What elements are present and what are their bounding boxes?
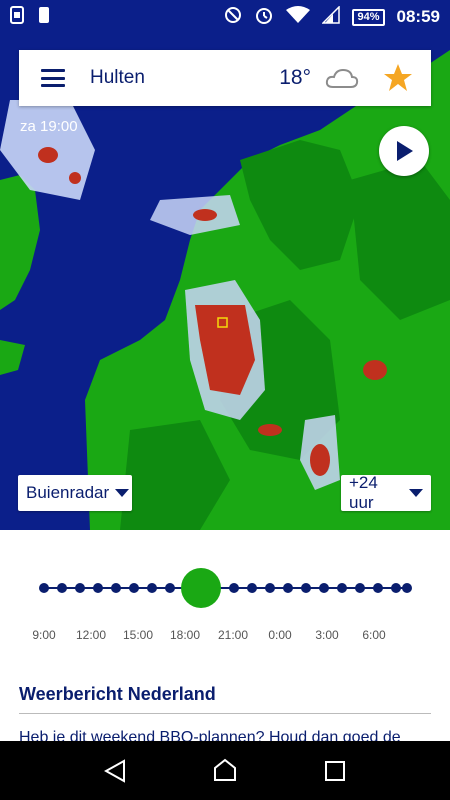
slider-step[interactable]	[39, 583, 49, 593]
time-slider[interactable]	[0, 560, 450, 620]
chevron-down-icon	[409, 489, 423, 497]
cloud-icon	[325, 67, 359, 89]
slider-step[interactable]	[355, 583, 365, 593]
slider-step[interactable]	[75, 583, 85, 593]
sim-icon	[10, 5, 24, 29]
timeline-ticks: 9:00 12:00 15:00 18:00 21:00 0:00 3:00 6…	[0, 628, 450, 648]
current-temperature: 18°	[279, 66, 311, 89]
play-button[interactable]	[379, 126, 429, 176]
alarm-icon	[254, 5, 274, 30]
phone-icon	[38, 6, 50, 29]
clock: 08:59	[396, 7, 440, 26]
slider-step[interactable]	[402, 583, 412, 593]
divider	[19, 713, 431, 714]
radar-timestamp: za 19:00	[20, 118, 78, 135]
slider-step[interactable]	[247, 583, 257, 593]
recents-icon[interactable]	[320, 756, 350, 786]
slider-thumb[interactable]	[181, 568, 221, 608]
home-icon[interactable]	[210, 756, 240, 786]
layer-dropdown-label: Buienradar	[26, 483, 110, 502]
tick-label: 6:00	[362, 628, 386, 642]
play-icon	[397, 141, 413, 161]
slider-step[interactable]	[319, 583, 329, 593]
slider-step[interactable]	[165, 583, 175, 593]
slider-step[interactable]	[93, 583, 103, 593]
navigation-bar	[0, 741, 450, 800]
menu-icon[interactable]	[41, 69, 65, 87]
slider-step[interactable]	[57, 583, 67, 593]
star-icon[interactable]	[383, 63, 413, 93]
tick-label: 3:00	[315, 628, 339, 642]
wifi-icon	[286, 5, 311, 29]
slider-step[interactable]	[301, 583, 311, 593]
status-bar: 94% 08:59	[0, 0, 450, 34]
location-bar: Hulten 18°	[19, 50, 431, 106]
layer-dropdown[interactable]: Buienradar	[18, 475, 132, 511]
chevron-down-icon	[115, 489, 130, 497]
dnd-icon	[224, 6, 242, 29]
news-teaser[interactable]: Heb je dit weekend BBQ-plannen? Houd dan…	[19, 728, 439, 742]
tick-label: 18:00	[169, 628, 201, 642]
range-dropdown[interactable]: +24 uur	[341, 473, 431, 512]
news-section-title: Weerbericht Nederland	[19, 684, 216, 704]
slider-step[interactable]	[147, 583, 157, 593]
tick-label: 0:00	[268, 628, 292, 642]
tick-label: 21:00	[217, 628, 249, 642]
tick-label: 9:00	[32, 628, 56, 642]
slider-step[interactable]	[229, 583, 239, 593]
back-icon[interactable]	[100, 756, 130, 786]
tick-label: 15:00	[122, 628, 154, 642]
slider-step[interactable]	[283, 583, 293, 593]
slider-step[interactable]	[111, 583, 121, 593]
tick-label: 12:00	[75, 628, 107, 642]
slider-step[interactable]	[373, 583, 383, 593]
slider-step[interactable]	[129, 583, 139, 593]
location-name[interactable]: Hulten	[90, 67, 279, 89]
battery-indicator: 94%	[352, 8, 385, 26]
slider-step[interactable]	[391, 583, 401, 593]
slider-step[interactable]	[337, 583, 347, 593]
range-dropdown-label: +24 uur	[349, 473, 378, 512]
slider-step[interactable]	[265, 583, 275, 593]
signal-icon	[321, 4, 341, 29]
